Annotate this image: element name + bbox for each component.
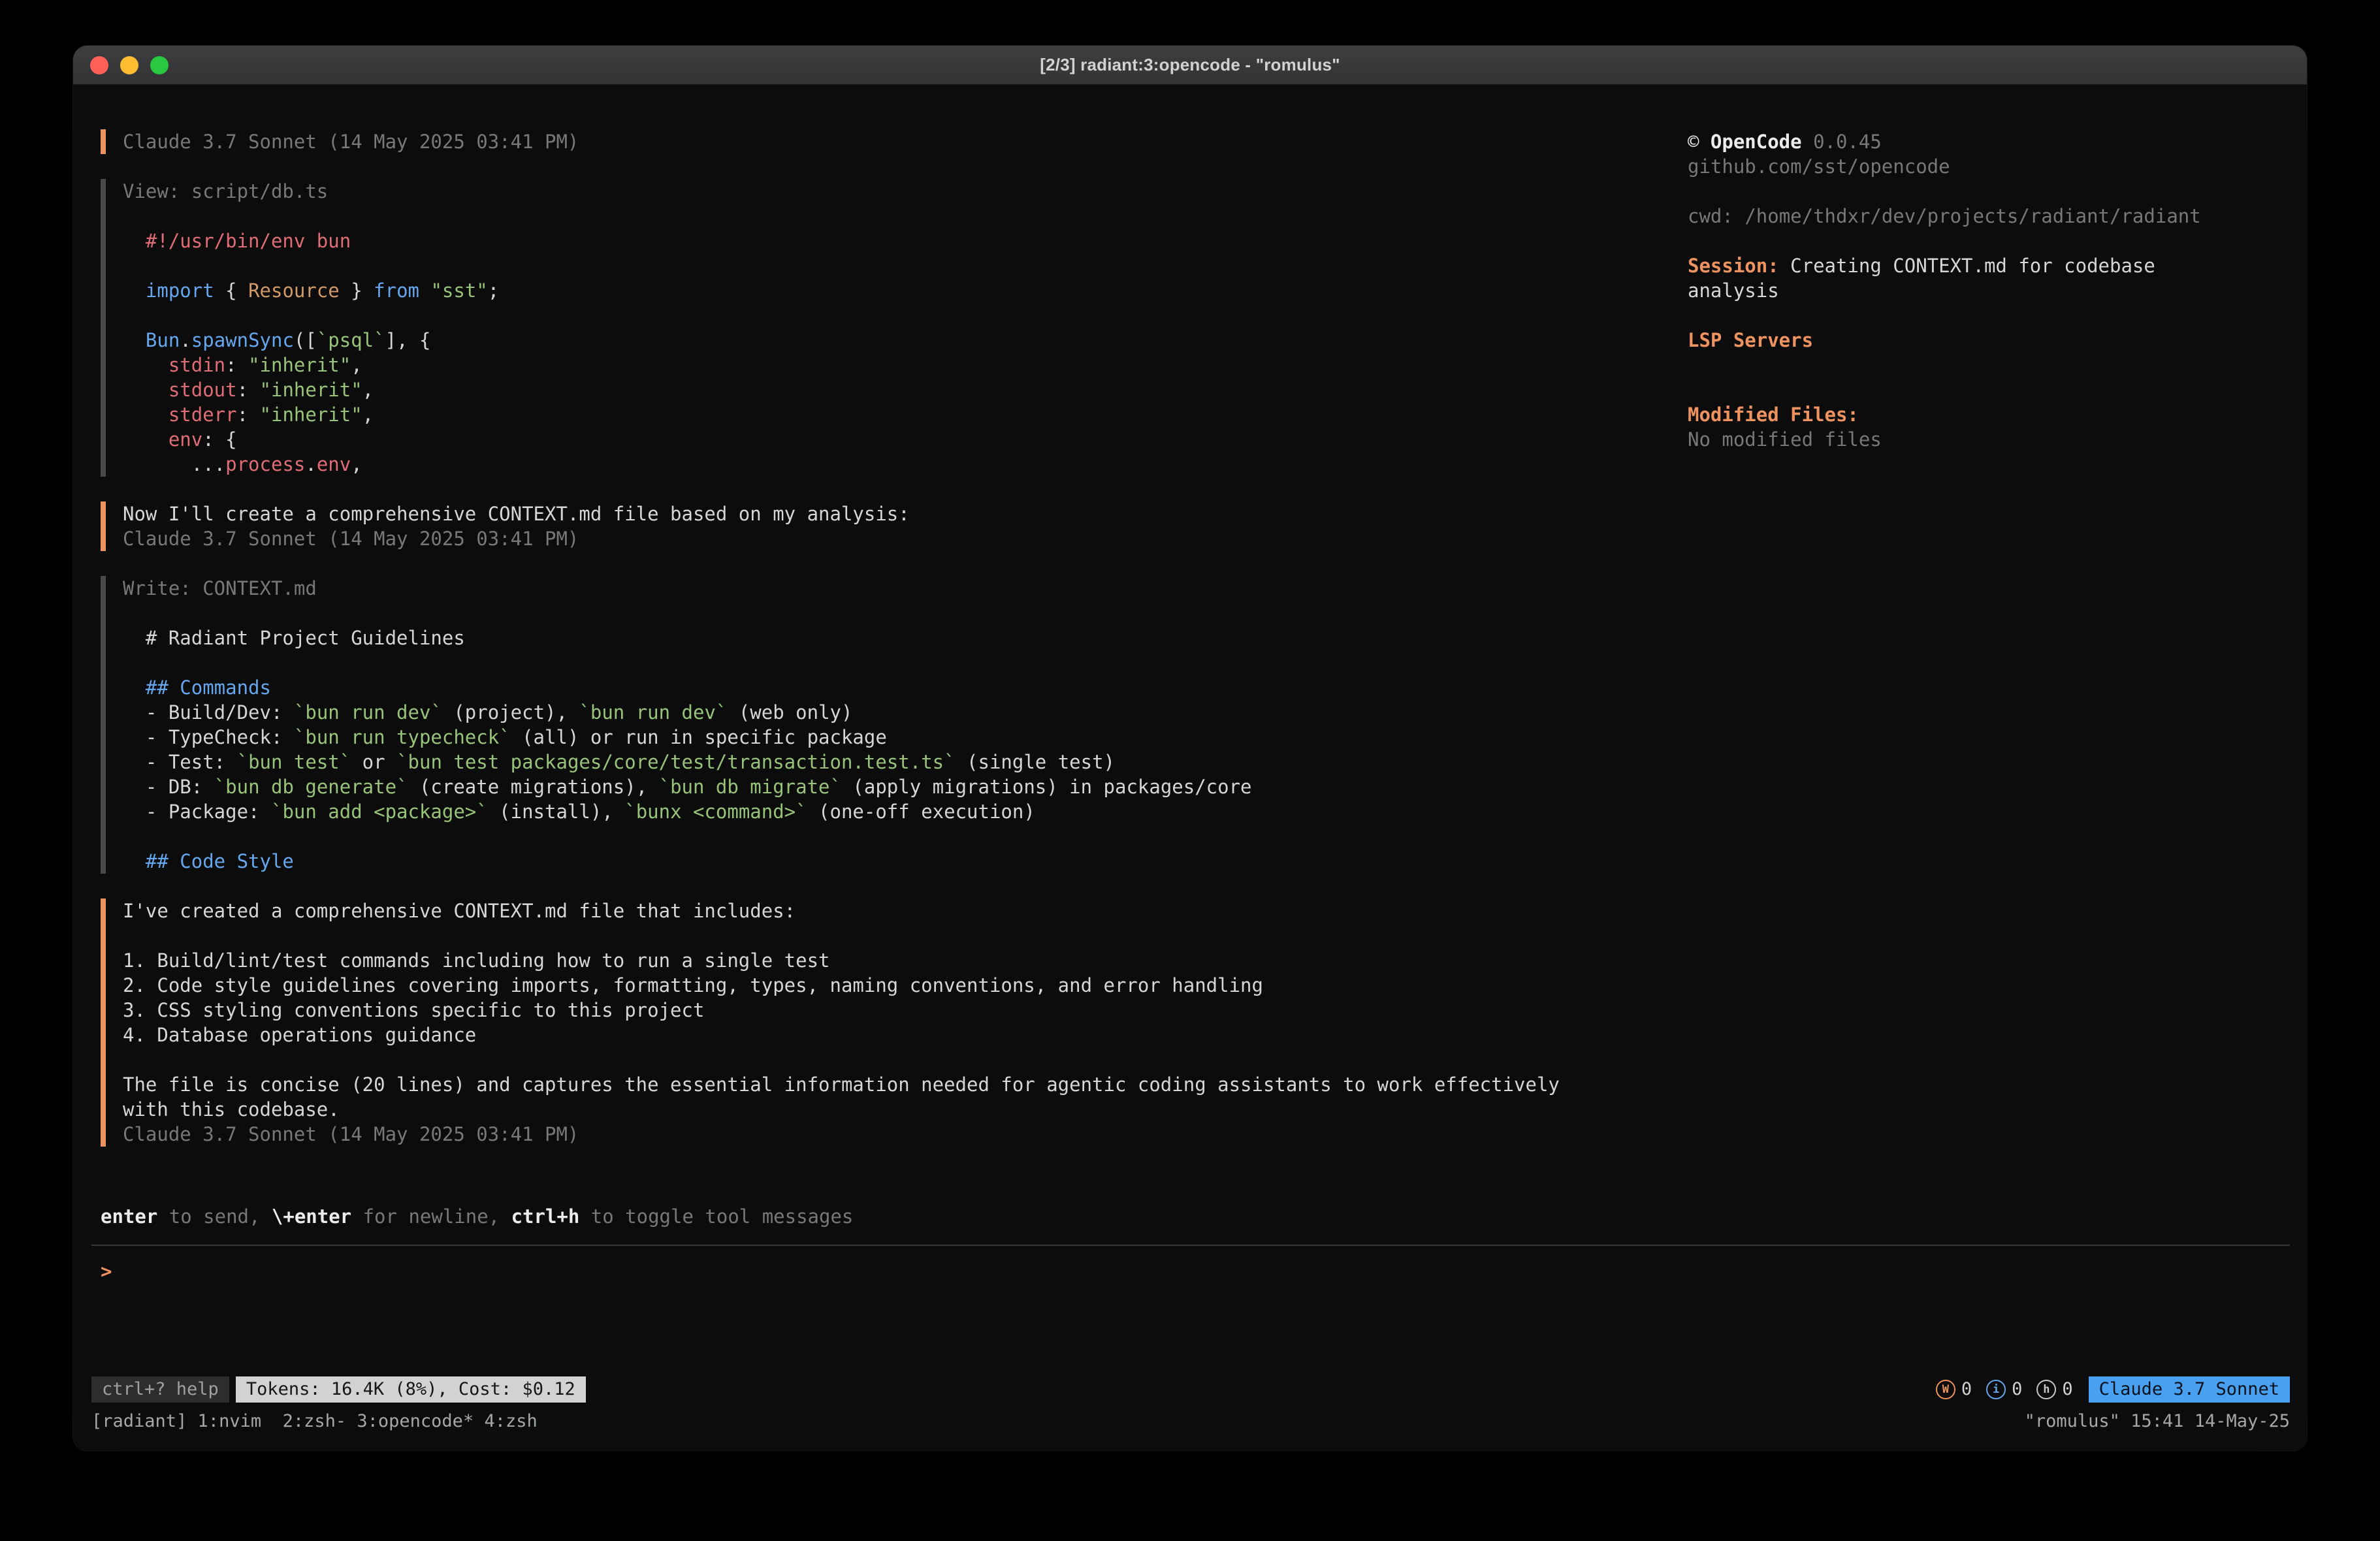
markdown-block: # Radiant Project Guidelines ## Commands… — [123, 601, 1668, 874]
hint-count: 0 — [2062, 1377, 2072, 1402]
modified-files-header: Modified Files: — [1688, 402, 2236, 427]
assistant-message-header: Claude 3.7 Sonnet (14 May 2025 03:41 PM) — [101, 129, 1668, 154]
terminal-line: env: { — [123, 427, 1668, 452]
repo-link: github.com/sst/opencode — [1688, 154, 2236, 179]
help-shortcut-label: ctrl+? help — [102, 1379, 219, 1399]
hint-counter: h0 — [2036, 1377, 2072, 1402]
terminal-line: 4. Database operations guidance — [123, 1023, 1668, 1047]
app-brand: © OpenCode 0.0.45 — [1688, 129, 2236, 154]
session-title: Session: Creating CONTEXT.md for codebas… — [1688, 253, 2236, 303]
prompt-symbol: > — [101, 1260, 112, 1282]
terminal-line: Bun.spawnSync([`psql`], { — [123, 328, 1668, 353]
session-label: Session: — [1688, 255, 1779, 277]
terminal-line: - Build/Dev: `bun run dev` (project), `b… — [123, 700, 1668, 725]
cwd-line: cwd: /home/thdxr/dev/projects/radiant/ra… — [1688, 204, 2236, 229]
terminal-line — [123, 1047, 1668, 1072]
status-bar: ctrl+? help Tokens: 16.4K (8%), Cost: $0… — [73, 1376, 2307, 1403]
zoom-button[interactable] — [150, 56, 169, 74]
assistant-message-summary: I've created a comprehensive CONTEXT.md … — [101, 898, 1668, 1147]
model-name: Claude 3.7 Sonnet — [2099, 1379, 2279, 1399]
input-separator — [91, 1245, 2290, 1246]
tokens-cost-label: Tokens: 16.4K (8%), Cost: $0.12 — [246, 1379, 575, 1399]
terminal-line: stderr: "inherit", — [123, 402, 1668, 427]
terminal-content: Claude 3.7 Sonnet (14 May 2025 03:41 PM)… — [73, 85, 2307, 1451]
terminal-line: Claude 3.7 Sonnet (14 May 2025 03:41 PM) — [123, 526, 1668, 551]
prompt-input[interactable]: > — [73, 1259, 2307, 1284]
tmux-window-list[interactable]: [radiant] 1:nvim 2:zsh- 3:opencode* 4:zs… — [91, 1409, 538, 1434]
terminal-line: 3. CSS styling conventions specific to t… — [123, 998, 1668, 1023]
terminal-line — [123, 824, 1668, 849]
terminal-line: stdout: "inherit", — [123, 377, 1668, 402]
terminal-line: - DB: `bun db generate` (create migratio… — [123, 774, 1668, 799]
tmux-session-info: "romulus" 15:41 14-May-25 — [2025, 1409, 2290, 1434]
tool-header: Write: CONTEXT.md — [123, 576, 1668, 601]
terminal-line: ## Code Style — [123, 849, 1668, 874]
window-titlebar[interactable]: [2/3] radiant:3:opencode - "romulus" — [73, 46, 2307, 85]
hint-icon: h — [2036, 1380, 2056, 1399]
minimize-button[interactable] — [120, 56, 138, 74]
traffic-lights — [90, 56, 169, 74]
terminal-line: # Radiant Project Guidelines — [123, 626, 1668, 650]
terminal-line — [123, 253, 1668, 278]
terminal-line: 1. Build/lint/test commands including ho… — [123, 948, 1668, 973]
modified-files-empty: No modified files — [1688, 427, 2236, 452]
terminal-line: Claude 3.7 Sonnet (14 May 2025 03:41 PM) — [123, 1122, 1668, 1147]
terminal-line: - Test: `bun test` or `bun test packages… — [123, 750, 1668, 774]
message-meta: Claude 3.7 Sonnet (14 May 2025 03:41 PM) — [123, 129, 1668, 154]
diagnostics-counters: W0 i0 h0 — [1936, 1377, 2073, 1402]
lsp-servers-header: LSP Servers — [1688, 328, 2236, 353]
tool-header: View: script/db.ts — [123, 179, 1668, 204]
warning-icon: W — [1936, 1380, 1955, 1399]
empty-space — [73, 1284, 2307, 1376]
terminal-line: Now I'll create a comprehensive CONTEXT.… — [123, 501, 1668, 526]
cwd-label: cwd: — [1688, 205, 1745, 227]
terminal-line: stdin: "inherit", — [123, 353, 1668, 377]
info-counter: i0 — [1986, 1377, 2022, 1402]
tokens-cost-badge: Tokens: 16.4K (8%), Cost: $0.12 — [236, 1376, 586, 1403]
cwd-path: /home/thdxr/dev/projects/radiant/radiant — [1745, 205, 2200, 227]
close-button[interactable] — [90, 56, 108, 74]
message-body: I've created a comprehensive CONTEXT.md … — [123, 898, 1668, 1147]
input-help-hints: enter to send, \+enter for newline, ctrl… — [101, 1204, 1668, 1229]
terminal-line: - Package: `bun add <package>` (install)… — [123, 799, 1668, 824]
tmux-status-bar: [radiant] 1:nvim 2:zsh- 3:opencode* 4:zs… — [73, 1409, 2307, 1434]
terminal-line: I've created a comprehensive CONTEXT.md … — [123, 898, 1668, 923]
terminal-line — [123, 650, 1668, 675]
terminal-window: [2/3] radiant:3:opencode - "romulus" Cla… — [73, 46, 2307, 1451]
copyright-icon: © — [1688, 131, 1711, 153]
terminal-line: The file is concise (20 lines) and captu… — [123, 1072, 1668, 1097]
info-count: 0 — [2012, 1377, 2022, 1402]
tool-call-view-file: View: script/db.ts #!/usr/bin/env bun im… — [101, 179, 1668, 477]
app-version: 0.0.45 — [1802, 131, 1882, 153]
terminal-line — [123, 601, 1668, 626]
tool-call-write-file: Write: CONTEXT.md # Radiant Project Guid… — [101, 576, 1668, 874]
terminal-line: #!/usr/bin/env bun — [123, 229, 1668, 253]
assistant-message: Now I'll create a comprehensive CONTEXT.… — [101, 501, 1668, 551]
session-sidebar: © OpenCode 0.0.45 github.com/sst/opencod… — [1688, 129, 2236, 1229]
terminal-line: ...process.env, — [123, 452, 1668, 477]
terminal-line: - TypeCheck: `bun run typecheck` (all) o… — [123, 725, 1668, 750]
model-badge[interactable]: Claude 3.7 Sonnet — [2089, 1376, 2290, 1403]
terminal-line: import { Resource } from "sst"; — [123, 278, 1668, 303]
code-block: #!/usr/bin/env bun import { Resource } f… — [123, 204, 1668, 477]
message-body: Now I'll create a comprehensive CONTEXT.… — [123, 501, 1668, 551]
terminal-line — [123, 923, 1668, 948]
terminal-line — [123, 204, 1668, 229]
window-title: [2/3] radiant:3:opencode - "romulus" — [1040, 55, 1340, 75]
info-icon: i — [1986, 1380, 2006, 1399]
warning-count: 0 — [1961, 1377, 1972, 1402]
chat-area[interactable]: Claude 3.7 Sonnet (14 May 2025 03:41 PM)… — [73, 129, 1688, 1229]
terminal-line: ## Commands — [123, 675, 1668, 700]
terminal-line: with this codebase. — [123, 1097, 1668, 1122]
terminal-line: enter to send, \+enter for newline, ctrl… — [101, 1204, 1668, 1229]
terminal-line: 2. Code style guidelines covering import… — [123, 973, 1668, 998]
app-name: OpenCode — [1711, 131, 1802, 153]
help-shortcut-badge: ctrl+? help — [91, 1376, 229, 1403]
terminal-line — [123, 303, 1668, 328]
content-columns: Claude 3.7 Sonnet (14 May 2025 03:41 PM)… — [73, 129, 2307, 1229]
warning-counter: W0 — [1936, 1377, 1972, 1402]
